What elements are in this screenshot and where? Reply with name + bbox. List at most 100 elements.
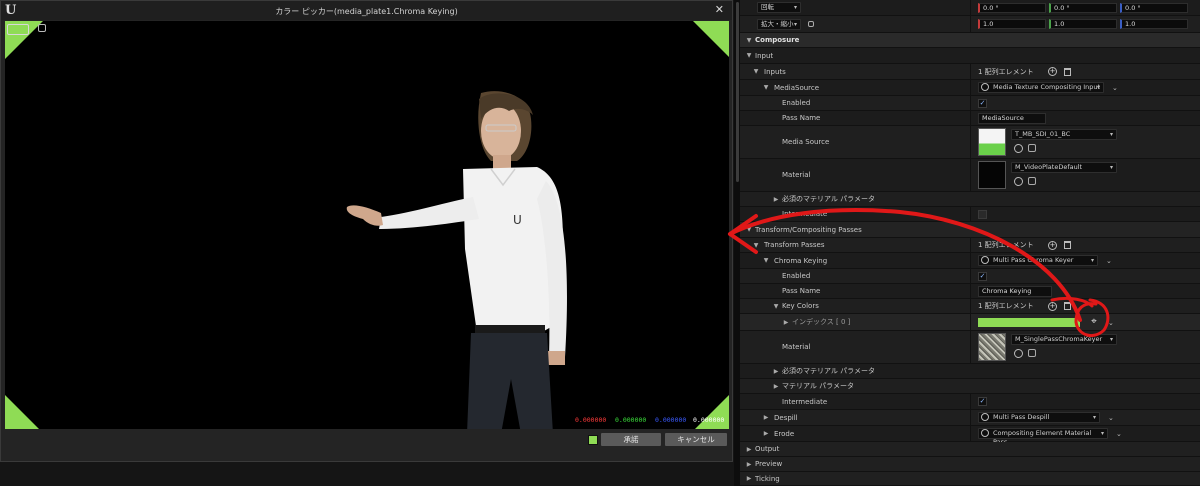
scale-y-field[interactable]: 1.0	[1049, 19, 1117, 29]
scale-row: 拡大・縮小 ▾ 1.0 1.0 1.0	[740, 16, 1200, 33]
expand-arrow-icon: ▶	[773, 368, 779, 375]
column-divider	[970, 394, 971, 409]
material-asset-dropdown[interactable]: M_VideoPlateDefault ▾	[1011, 162, 1117, 173]
chroma-keying-row[interactable]: ▼ Chroma Keying Multi Pass Chroma Keyer ▾…	[740, 253, 1200, 269]
scrollbar-thumb[interactable]	[736, 2, 739, 182]
rotate-y-field[interactable]: 0.0 °	[1049, 3, 1117, 13]
media-source-thumbnail[interactable]	[978, 128, 1006, 156]
scale-z-field[interactable]: 1.0	[1120, 19, 1188, 29]
despill-class-dropdown[interactable]: Multi Pass Despill ▾	[978, 412, 1100, 423]
expand-arrow-icon: ▶	[773, 383, 779, 390]
use-selected-icon[interactable]	[1014, 349, 1023, 358]
browse-icon[interactable]	[1028, 144, 1036, 152]
intermediate-label: Intermediate	[782, 210, 828, 218]
material-params-row[interactable]: ▶ マテリアル パラメータ	[740, 379, 1200, 394]
channel-readouts: 0.000000 0.000000 0.000000 0.000000	[575, 416, 729, 426]
erode-class-dropdown[interactable]: Compositing Element Material Pass▾	[978, 428, 1108, 446]
group-transform-compositing[interactable]: ▼ Transform/Compositing Passes	[740, 222, 1200, 238]
erode-row[interactable]: ▶ Erode Compositing Element Material Pas…	[740, 426, 1200, 446]
column-divider	[970, 16, 971, 32]
transform-passes-row[interactable]: ▼ Transform Passes 1 配列エレメント +	[740, 238, 1200, 253]
media-source-asset-label: T_MB_SDI_01_BC	[1015, 130, 1071, 138]
dialog-titlebar[interactable]: U カラー ピッカー(media_plate1.Chroma Keying) ✕	[1, 1, 732, 20]
key-color-index-row[interactable]: ▶ インデックス [ 0 ] ⌖ ⌄	[740, 314, 1200, 331]
add-element-icon[interactable]: +	[1048, 241, 1057, 250]
rotate-x-field[interactable]: 0.0 °	[978, 3, 1046, 13]
rotate-dropdown[interactable]: 回転 ▾	[757, 2, 801, 13]
expand-arrow-icon: ▶	[773, 196, 779, 203]
chevron-down-icon[interactable]: ⌄	[1112, 80, 1118, 96]
pass-name-input[interactable]: MediaSource	[978, 113, 1046, 124]
material-thumbnail[interactable]	[978, 333, 1006, 361]
add-element-icon[interactable]: +	[1048, 302, 1057, 311]
eyedropper-icon[interactable]: ⌖	[1088, 316, 1100, 328]
column-divider	[970, 331, 971, 363]
ok-button[interactable]: 承諾	[601, 433, 661, 446]
dialog-title: カラー ピッカー(media_plate1.Chroma Keying)	[275, 7, 458, 16]
required-params-row[interactable]: ▶ 必須のマテリアル パラメータ	[740, 192, 1200, 207]
pass-name-row-2: Pass Name Chroma Keying	[740, 284, 1200, 299]
despill-class-label: Multi Pass Despill	[993, 413, 1050, 421]
lock-icon[interactable]	[38, 24, 46, 32]
enabled-checkbox[interactable]: ✓	[978, 272, 987, 281]
material-asset-dropdown[interactable]: M_SinglePassChromaKeyer ▾	[1011, 334, 1117, 345]
chevron-down-icon: ▾	[1090, 257, 1094, 264]
cancel-button[interactable]: キャンセル	[665, 433, 727, 446]
media-source-row: Media Source T_MB_SDI_01_BC ▾	[740, 126, 1200, 159]
expand-arrow-icon: ▶	[763, 430, 769, 437]
color-pick-viewport[interactable]: U 0.000000 0.000000 0.000000 0.000000	[5, 21, 729, 429]
intermediate-checkbox[interactable]	[978, 210, 987, 219]
chevron-down-icon[interactable]: ⌄	[1106, 253, 1112, 269]
current-color-swatch[interactable]	[7, 24, 29, 35]
material-thumbnail[interactable]	[978, 161, 1006, 189]
use-selected-icon[interactable]	[1014, 144, 1023, 153]
erode-label: Erode	[774, 430, 795, 438]
scale-x-field[interactable]: 1.0	[978, 19, 1046, 29]
column-divider	[970, 64, 971, 79]
enabled-label: Enabled	[782, 272, 811, 280]
mediasource-class-dropdown[interactable]: Media Texture Compositing Input ▾	[978, 82, 1104, 93]
trash-icon[interactable]	[1064, 68, 1071, 76]
chroma-keying-class-dropdown[interactable]: Multi Pass Chroma Keyer ▾	[978, 255, 1098, 266]
chevron-down-icon: ▾	[1109, 336, 1113, 343]
media-source-asset-dropdown[interactable]: T_MB_SDI_01_BC ▾	[1011, 129, 1117, 140]
group-output[interactable]: ▶ Output	[740, 442, 1200, 457]
scale-dropdown[interactable]: 拡大・縮小 ▾	[757, 19, 801, 30]
group-preview[interactable]: ▶ Preview	[740, 457, 1200, 472]
intermediate-checkbox[interactable]: ✓	[978, 397, 987, 406]
collapse-arrow-icon: ▼	[753, 242, 759, 249]
category-composure[interactable]: ▼ Composure	[740, 33, 1200, 48]
trash-icon[interactable]	[1064, 241, 1071, 249]
intermediate-row: Intermediate	[740, 207, 1200, 222]
required-params-row-2[interactable]: ▶ 必須のマテリアル パラメータ	[740, 364, 1200, 379]
chevron-down-icon[interactable]: ⌄	[1108, 410, 1114, 426]
transform-passes-label: Transform Passes	[764, 241, 825, 249]
class-icon	[981, 413, 989, 421]
key-colors-row[interactable]: ▼ Key Colors 1 配列エレメント +	[740, 299, 1200, 314]
column-divider	[970, 159, 971, 191]
lock-icon[interactable]	[808, 21, 814, 27]
group-input[interactable]: ▼ Input	[740, 48, 1200, 64]
enabled-checkbox[interactable]: ✓	[978, 99, 987, 108]
chevron-down-icon[interactable]: ⌄	[1108, 315, 1114, 332]
enabled-row: Enabled ✓	[740, 96, 1200, 111]
mediasource-row[interactable]: ▼ MediaSource Media Texture Compositing …	[740, 80, 1200, 96]
green-corner-top-right	[693, 21, 729, 57]
browse-icon[interactable]	[1028, 177, 1036, 185]
use-selected-icon[interactable]	[1014, 177, 1023, 186]
group-ticking[interactable]: ▶ Ticking	[740, 472, 1200, 486]
collapse-arrow-icon: ▼	[763, 257, 769, 264]
add-element-icon[interactable]: +	[1048, 67, 1057, 76]
pass-name-input[interactable]: Chroma Keying	[978, 286, 1052, 297]
inputs-array-row[interactable]: ▼ Inputs 1 配列エレメント +	[740, 64, 1200, 80]
despill-row[interactable]: ▶ Despill Multi Pass Despill ▾ ⌄	[740, 410, 1200, 426]
close-icon[interactable]: ✕	[715, 3, 724, 17]
rotate-z-field[interactable]: 0.0 °	[1120, 3, 1188, 13]
browse-icon[interactable]	[1028, 349, 1036, 357]
key-color-swatch[interactable]	[978, 318, 1080, 327]
picked-color-swatch[interactable]	[588, 435, 598, 445]
rotate-row: 回転 ▾ 0.0 ° 0.0 ° 0.0 °	[740, 0, 1200, 16]
trash-icon[interactable]	[1064, 302, 1071, 310]
chevron-down-icon[interactable]: ⌄	[1116, 426, 1122, 442]
keyed-person-image: U	[346, 91, 567, 429]
